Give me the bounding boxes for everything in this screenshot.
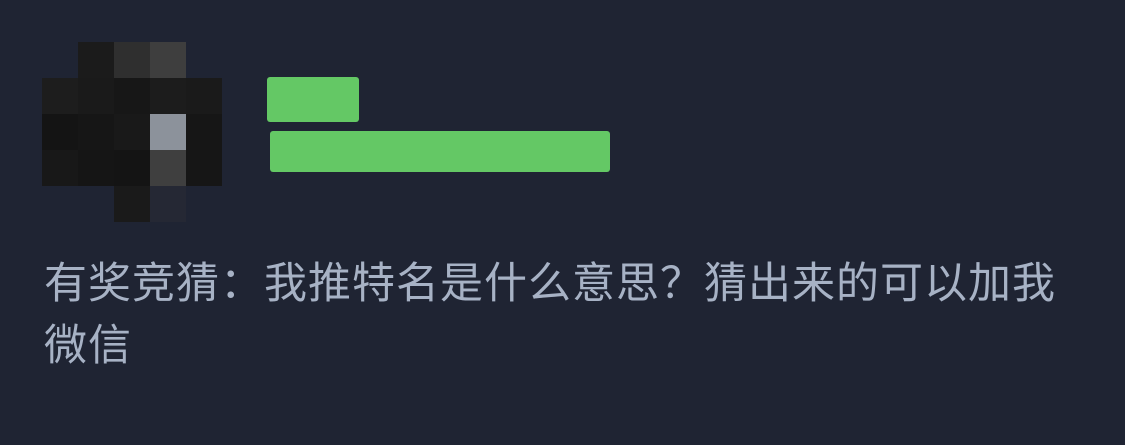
redacted-handle [270, 131, 610, 172]
avatar-pixel [114, 42, 150, 78]
avatar-pixel [150, 42, 186, 78]
avatar-pixel [186, 150, 222, 186]
avatar-pixel [114, 150, 150, 186]
avatar-pixel [78, 42, 114, 78]
avatar-pixel [42, 114, 78, 150]
avatar-pixel [78, 78, 114, 114]
avatar-pixel [150, 150, 186, 186]
avatar-pixel [186, 114, 222, 150]
avatar-pixel [42, 78, 78, 114]
avatar-pixel [114, 186, 150, 222]
avatar-pixel [150, 186, 186, 222]
post-text: 有奖竞猜：我推特名是什么意思？猜出来的可以加我微信 [44, 259, 1056, 371]
avatar-pixel [78, 114, 114, 150]
avatar-pixel [114, 78, 150, 114]
redacted-username [267, 77, 359, 122]
avatar-pixel [150, 114, 186, 150]
avatar-pixel [42, 150, 78, 186]
avatar-pixel [150, 78, 186, 114]
avatar-pixel [78, 150, 114, 186]
avatar-pixel [114, 114, 150, 150]
avatar[interactable] [42, 42, 222, 222]
avatar-pixel [186, 78, 222, 114]
